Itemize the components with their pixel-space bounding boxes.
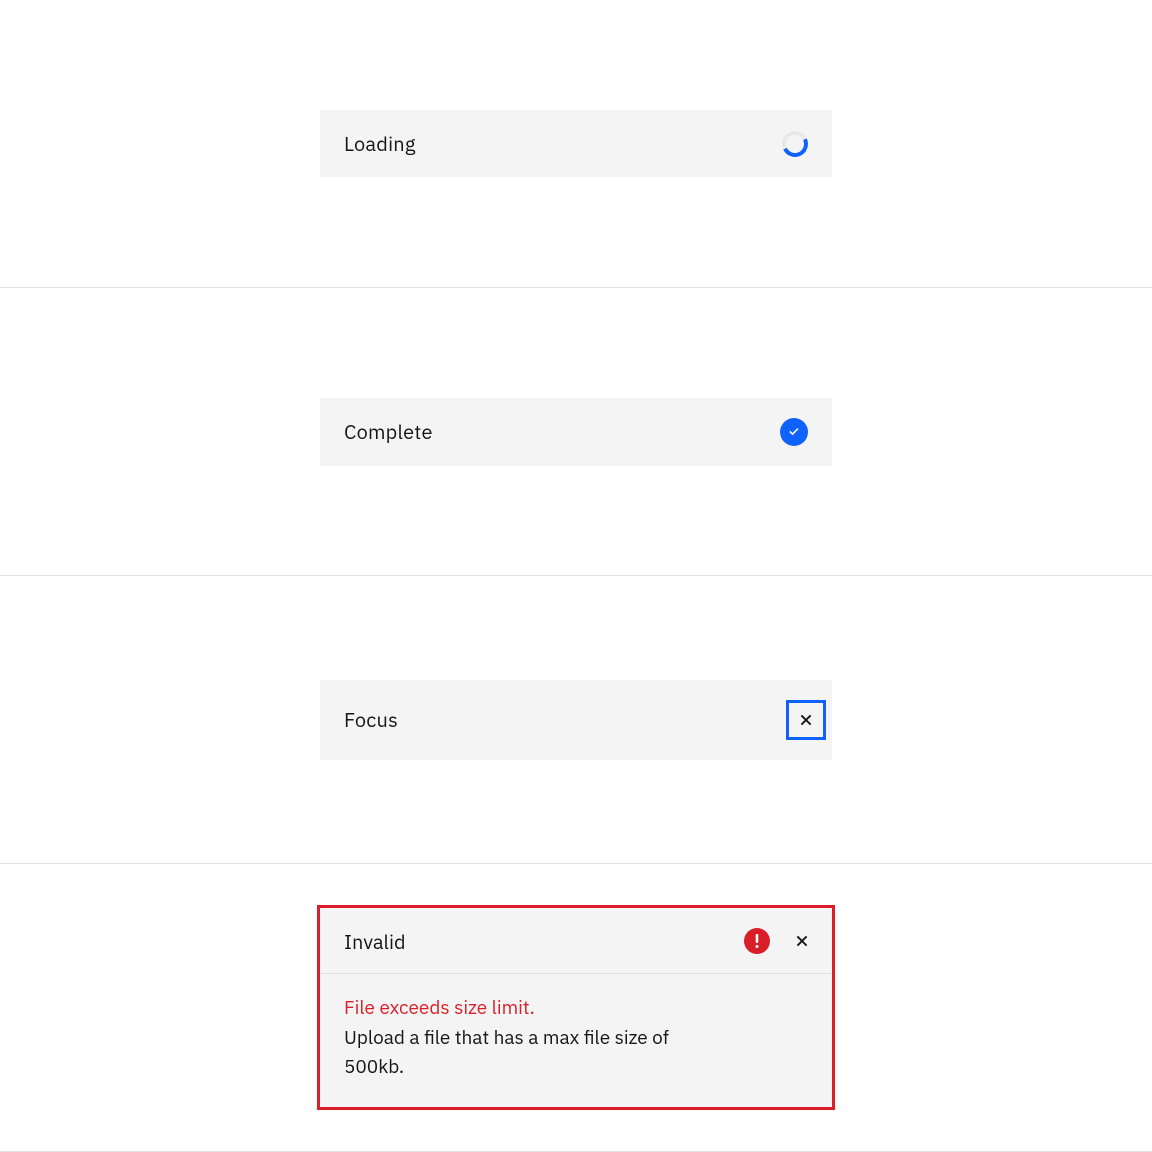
checkmark-filled-icon <box>780 418 808 446</box>
file-label: Complete <box>344 418 433 445</box>
loading-spinner-icon <box>782 131 808 157</box>
error-message: Upload a file that has a max file size o… <box>344 1024 724 1081</box>
file-label: Invalid <box>344 928 406 955</box>
file-label: Loading <box>344 130 416 157</box>
state-focus-section: Focus <box>0 576 1152 864</box>
file-item-focus: Focus <box>320 680 832 760</box>
invalid-header: Invalid <box>320 908 832 974</box>
file-item-loading: Loading <box>320 110 832 177</box>
close-icon <box>793 932 811 950</box>
remove-file-button[interactable] <box>792 931 812 951</box>
state-loading-section: Loading <box>0 0 1152 288</box>
file-item-complete: Complete <box>320 398 832 466</box>
state-invalid-section: Invalid File exceeds size limit. Upload … <box>0 864 1152 1152</box>
state-complete-section: Complete <box>0 288 1152 576</box>
close-icon <box>797 711 815 729</box>
invalid-body: File exceeds size limit. Upload a file t… <box>320 974 832 1108</box>
error-filled-icon <box>744 928 770 954</box>
file-item-invalid: Invalid File exceeds size limit. Upload … <box>320 908 832 1108</box>
error-title: File exceeds size limit. <box>344 994 808 1023</box>
file-label: Focus <box>344 706 398 733</box>
remove-file-button[interactable] <box>786 700 826 740</box>
